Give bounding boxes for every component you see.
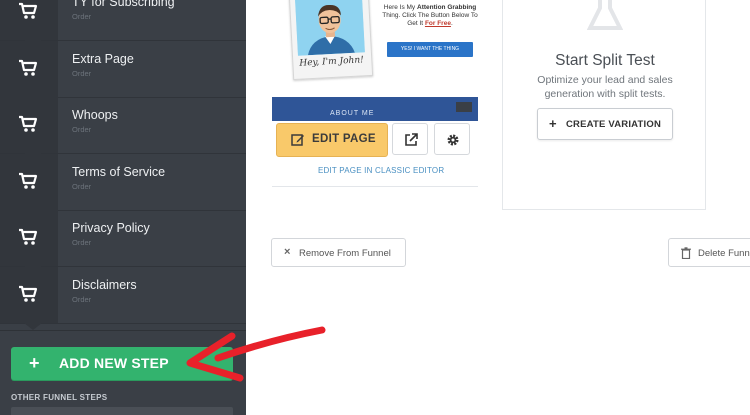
shopping-cart-icon (19, 228, 38, 245)
other-funnel-steps-heading: OTHER FUNNEL STEPS (11, 393, 108, 402)
edit-page-button[interactable]: EDIT PAGE (276, 123, 388, 157)
step-icon-column (0, 154, 58, 217)
step-icon-column (0, 0, 58, 47)
gear-icon (447, 134, 459, 146)
step-title: TY for Subscribing (72, 0, 175, 9)
page-preview-thumbnail[interactable]: Hey, I'm John! Here Is My Attention Grab… (272, 0, 478, 92)
step-type: Order (72, 182, 92, 191)
trash-icon (681, 247, 691, 259)
edit-page-label: EDIT PAGE (312, 133, 376, 145)
step-title: Extra Page (72, 52, 134, 66)
step-type: Order (72, 238, 92, 247)
create-variation-label: CREATE VARIATION (566, 119, 662, 130)
remove-from-funnel-button[interactable]: × Remove From Funnel (271, 238, 406, 267)
avatar-illustration (295, 0, 365, 56)
funnel-step-terms-of-service[interactable]: Terms of Service Order (0, 154, 246, 217)
funnel-step-ty-for-subscribing[interactable]: TY for Subscribing Order (0, 0, 246, 47)
shopping-cart-icon (19, 285, 38, 302)
funnel-step-whoops[interactable]: Whoops Order (0, 97, 246, 160)
shopping-cart-icon (19, 172, 38, 189)
step-type: Order (72, 295, 92, 304)
delete-funnel-step-button[interactable]: Delete Funnel Step (668, 238, 750, 267)
step-title: Disclaimers (72, 278, 137, 292)
split-test-title: Start Split Test (555, 52, 655, 69)
polaroid-caption: Hey, I'm John! (299, 55, 365, 69)
shopping-cart-icon (19, 59, 38, 76)
flask-icon (587, 0, 623, 30)
preview-headline: Here Is My Attention Grabbing Thing. Cli… (382, 4, 478, 27)
funnel-step-extra-page[interactable]: Extra Page Order (0, 41, 246, 104)
polaroid-photo: Hey, I'm John! (288, 0, 374, 81)
plus-icon: + (29, 353, 40, 373)
preview-banner-text: ABOUT ME (330, 110, 375, 117)
delete-funnel-step-label: Delete Funnel Step (698, 248, 750, 259)
step-type: Order (72, 125, 92, 134)
step-icon-column (0, 267, 58, 330)
step-title: Terms of Service (72, 165, 166, 179)
split-test-description: Optimize your lead and sales generation … (537, 74, 673, 100)
close-icon: × (284, 246, 291, 258)
open-page-button[interactable] (392, 123, 428, 155)
plus-icon: + (549, 116, 557, 131)
preview-card-divider (272, 186, 478, 187)
edit-icon (291, 134, 304, 146)
funnel-steps-sidebar: TY for Subscribing Order Extra Page Orde… (0, 0, 246, 415)
step-icon-column (0, 41, 58, 104)
external-link-icon (405, 133, 418, 146)
step-type: Order (72, 69, 92, 78)
step-icon-column (0, 97, 58, 160)
sidebar-divider (0, 330, 246, 331)
other-step-item[interactable] (11, 407, 233, 415)
split-test-card: Start Split Test Optimize your lead and … (502, 0, 706, 210)
preview-banner: ABOUT ME (272, 97, 478, 121)
funnel-step-privacy-policy[interactable]: Privacy Policy Order (0, 210, 246, 273)
preview-badge (456, 102, 472, 112)
shopping-cart-icon (19, 115, 38, 132)
page-settings-button[interactable] (434, 123, 470, 155)
funnel-step-disclaimers[interactable]: Disclaimers Order (0, 267, 246, 330)
step-type: Order (72, 12, 92, 21)
step-detail-panel: Hey, I'm John! Here Is My Attention Grab… (246, 0, 750, 415)
step-title: Whoops (72, 108, 118, 122)
step-icon-column (0, 210, 58, 273)
edit-in-classic-editor-link[interactable]: EDIT PAGE IN CLASSIC EDITOR (318, 166, 444, 175)
step-title: Privacy Policy (72, 221, 150, 235)
remove-from-funnel-label: Remove From Funnel (299, 248, 391, 259)
create-variation-button[interactable]: + CREATE VARIATION (537, 108, 673, 140)
add-new-step-label: ADD NEW STEP (59, 355, 169, 371)
shopping-cart-icon (19, 2, 38, 19)
add-new-step-button[interactable]: + ADD NEW STEP (11, 347, 233, 380)
preview-cta-button: YES! I WANT THE THING (387, 42, 473, 57)
